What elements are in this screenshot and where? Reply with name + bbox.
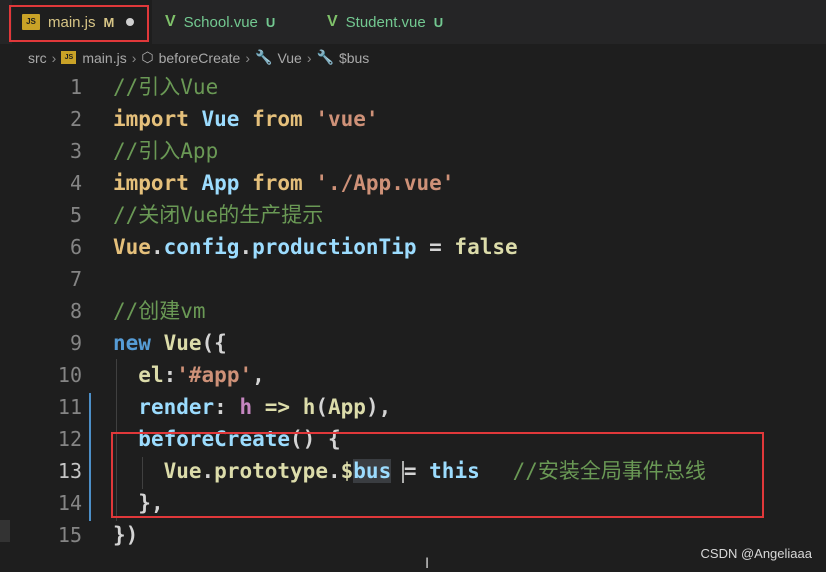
chevron-right-icon: ›	[245, 49, 250, 66]
highlight-box-code	[111, 432, 764, 518]
code-line: 10 el:'#app',	[0, 359, 826, 391]
line-number: 1	[69, 75, 82, 99]
scroll-marker	[0, 520, 10, 542]
vue-file-icon: V	[327, 13, 338, 30]
line-number: 2	[69, 107, 82, 131]
line-number: 15	[57, 523, 82, 547]
line-number: 4	[69, 171, 82, 195]
line-number: 7	[69, 267, 82, 291]
line-number: 10	[57, 363, 82, 387]
line-number: 13	[57, 459, 82, 483]
chevron-right-icon: ›	[306, 49, 312, 66]
tab-student-vue[interactable]: V Student.vue U	[327, 0, 477, 44]
code-line: 7	[0, 263, 826, 295]
tab-school-vue[interactable]: V School.vue U	[165, 0, 305, 44]
breadcrumb-main-js[interactable]: main.js	[82, 50, 126, 66]
code-line: 6 Vue.config.productionTip = false	[0, 231, 826, 263]
tab-label: School.vue	[183, 13, 258, 31]
line-number: 5	[69, 203, 82, 227]
code-line: 4 import App from './App.vue'	[0, 167, 826, 199]
code-line: 3 //引入App	[0, 135, 826, 167]
code-line: 9 new Vue({	[0, 327, 826, 359]
editor-tab-bar: JS main.js M V School.vue U V Student.vu…	[0, 0, 826, 44]
tab-label: Student.vue	[345, 13, 426, 31]
vue-file-icon: V	[165, 13, 176, 30]
wrench-icon: 🔧	[255, 49, 273, 65]
wrench-icon: 🔧	[316, 49, 334, 65]
line-number: 3	[69, 139, 82, 163]
breadcrumb-src[interactable]: src	[28, 50, 47, 66]
js-file-icon: JS	[61, 51, 77, 64]
line-number: 12	[57, 427, 82, 451]
breadcrumb: src › JS main.js › ⬡ beforeCreate › 🔧 Vu…	[0, 44, 826, 71]
line-number: 9	[69, 331, 82, 355]
code-line: 11 render: h => h(App),	[0, 391, 826, 423]
ibeam-cursor-icon: I	[425, 556, 430, 572]
code-line: 2 import Vue from 'vue'	[0, 103, 826, 135]
line-number: 11	[57, 395, 82, 419]
watermark: CSDN @Angeliaaa	[700, 546, 812, 561]
line-number: 8	[69, 299, 82, 323]
line-number: 6	[69, 235, 82, 259]
git-status-badge: U	[433, 14, 444, 30]
code-line: 1 //引入Vue	[0, 71, 826, 103]
chevron-right-icon: ›	[131, 49, 137, 66]
code-line: 8 //创建vm	[0, 295, 826, 327]
line-number: 14	[57, 491, 82, 515]
highlight-box-tab	[9, 5, 149, 42]
chevron-right-icon: ›	[51, 49, 57, 66]
git-status-badge: U	[265, 14, 276, 30]
method-cube-icon: ⬡	[141, 49, 154, 65]
breadcrumb-bus[interactable]: $bus	[339, 50, 369, 66]
code-line: 5 //关闭Vue的生产提示	[0, 199, 826, 231]
breadcrumb-vue[interactable]: Vue	[277, 50, 301, 66]
breadcrumb-beforecreate[interactable]: beforeCreate	[159, 50, 241, 66]
